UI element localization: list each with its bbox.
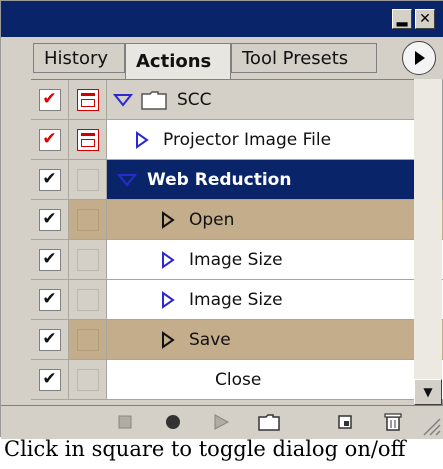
toggle-item-checkbox[interactable]: ✔	[31, 200, 69, 239]
delete-button[interactable]	[379, 410, 407, 434]
record-icon	[166, 415, 180, 429]
toggle-item-checkbox[interactable]: ✔	[31, 240, 69, 279]
collapsed-triangle-icon[interactable]	[161, 210, 175, 229]
dialog-empty-icon	[76, 248, 99, 271]
play-button[interactable]	[207, 410, 235, 434]
new-set-button[interactable]	[255, 410, 283, 434]
stop-icon	[118, 415, 132, 429]
command-name: Image Size	[189, 249, 283, 270]
record-button[interactable]	[159, 410, 187, 434]
toggle-dialog-checkbox[interactable]	[69, 360, 107, 399]
checkmark-icon: ✔	[38, 288, 61, 311]
delete-icon	[384, 413, 402, 431]
new-action-icon	[338, 415, 352, 429]
checkmark-icon: ✔	[38, 248, 61, 271]
new-set-icon	[258, 414, 280, 431]
list-item[interactable]: ✔ Close	[31, 360, 443, 400]
tab-history[interactable]: History	[33, 43, 125, 73]
command-name: Close	[215, 369, 262, 390]
list-item[interactable]: ✔ Projector Image File	[31, 120, 442, 160]
palette-title-bar[interactable]: ▂ ✕	[1, 1, 443, 37]
tab-tool-presets[interactable]: Tool Presets	[231, 43, 377, 73]
toggle-dialog-checkbox[interactable]	[69, 120, 107, 159]
close-icon: ✕	[419, 11, 431, 27]
dialog-on-icon	[76, 208, 99, 231]
collapsed-triangle-icon[interactable]	[161, 250, 175, 269]
list-item[interactable]: ✔ Open	[31, 200, 443, 240]
vertical-scrollbar[interactable]: ▼	[414, 79, 442, 405]
caption-text: Click in square to toggle dialog on/off	[4, 437, 406, 461]
toggle-item-checkbox[interactable]: ✔	[31, 360, 69, 399]
list-item[interactable]: ✔ Image Size	[31, 240, 443, 280]
arrow-right-icon	[415, 51, 425, 65]
toggle-dialog-checkbox[interactable]	[69, 240, 107, 279]
collapsed-triangle-icon[interactable]	[135, 130, 149, 149]
play-icon	[214, 414, 230, 430]
checkmark-icon: ✔	[38, 88, 61, 111]
minimize-button[interactable]: ▂	[392, 9, 412, 29]
list-item[interactable]: ✔ Web Reduction	[31, 160, 424, 200]
actions-list: ✔ SCC ✔ Projector Image File ✔ Web Reduc…	[31, 79, 443, 406]
command-name: Save	[189, 329, 231, 350]
dialog-icon	[76, 88, 99, 111]
dialog-empty-icon	[76, 168, 99, 191]
toggle-dialog-checkbox[interactable]	[69, 320, 107, 359]
toggle-dialog-checkbox[interactable]	[69, 80, 107, 119]
expand-triangle-icon[interactable]	[113, 93, 133, 107]
checkmark-icon: ✔	[38, 368, 61, 391]
toggle-item-checkbox[interactable]: ✔	[31, 120, 69, 159]
command-name: Image Size	[189, 289, 283, 310]
toggle-item-checkbox[interactable]: ✔	[31, 280, 69, 319]
palette-menu-button[interactable]	[402, 41, 436, 75]
set-name: SCC	[177, 89, 212, 110]
resize-grip-icon[interactable]	[418, 413, 442, 437]
chevron-down-icon: ▼	[423, 385, 433, 399]
toggle-item-checkbox[interactable]: ✔	[31, 80, 69, 119]
action-name: Web Reduction	[143, 163, 296, 196]
command-name: Open	[189, 209, 235, 230]
checkmark-icon: ✔	[38, 128, 61, 151]
expand-triangle-icon[interactable]	[117, 173, 137, 187]
checkmark-icon: ✔	[38, 208, 61, 231]
dialog-icon	[76, 128, 99, 151]
new-action-button[interactable]	[331, 410, 359, 434]
tab-bar: History Actions Tool Presets	[1, 37, 443, 79]
list-item[interactable]: ✔ Save	[31, 320, 443, 360]
scroll-down-button[interactable]: ▼	[414, 379, 442, 405]
actions-palette: ▂ ✕ History Actions Tool Presets ✔ SCC ✔…	[0, 0, 443, 439]
list-item[interactable]: ✔ SCC	[31, 80, 414, 120]
toggle-dialog-checkbox[interactable]	[69, 160, 107, 199]
collapsed-triangle-icon[interactable]	[161, 330, 175, 349]
toggle-item-checkbox[interactable]: ✔	[31, 320, 69, 359]
folder-icon	[141, 90, 167, 110]
dialog-empty-icon	[76, 288, 99, 311]
dialog-empty-icon	[76, 368, 99, 391]
checkmark-icon: ✔	[38, 328, 61, 351]
tab-actions[interactable]: Actions	[125, 43, 231, 79]
action-name: Projector Image File	[163, 129, 332, 150]
toggle-dialog-checkbox[interactable]	[69, 280, 107, 319]
toggle-item-checkbox[interactable]: ✔	[31, 160, 69, 199]
checkmark-icon: ✔	[38, 168, 61, 191]
stop-button[interactable]	[111, 410, 139, 434]
collapsed-triangle-icon[interactable]	[161, 290, 175, 309]
dialog-on-icon	[76, 328, 99, 351]
actions-toolbar	[1, 405, 443, 439]
minimize-icon: ▂	[396, 11, 408, 27]
list-item[interactable]: ✔ Image Size	[31, 280, 443, 320]
close-button[interactable]: ✕	[415, 9, 435, 29]
toggle-dialog-checkbox[interactable]	[69, 200, 107, 239]
